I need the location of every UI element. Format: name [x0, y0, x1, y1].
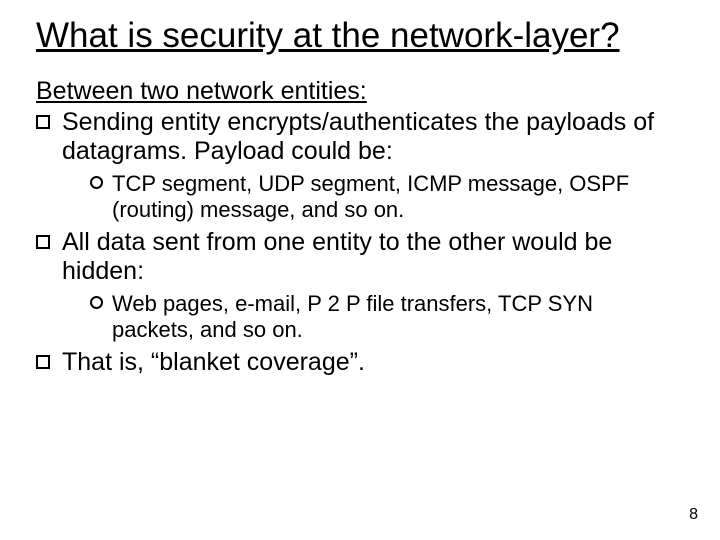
bullet-list: Sending entity encrypts/authenticates th… — [36, 108, 680, 377]
list-item-text: Sending entity encrypts/authenticates th… — [62, 108, 654, 165]
list-item-text: That is, “blanket coverage”. — [62, 348, 365, 376]
square-bullet-icon — [36, 115, 50, 129]
slide-title: What is security at the network-layer? — [36, 16, 680, 56]
sub-bullet-list: TCP segment, UDP segment, ICMP message, … — [62, 171, 680, 222]
sub-list-item: Web pages, e-mail, P 2 P file transfers,… — [90, 291, 680, 342]
list-item-text: All data sent from one entity to the oth… — [62, 228, 612, 285]
square-bullet-icon — [36, 235, 50, 249]
list-item: Sending entity encrypts/authenticates th… — [36, 108, 680, 222]
circle-bullet-icon — [90, 296, 103, 309]
list-item: That is, “blanket coverage”. — [36, 348, 680, 377]
sub-bullet-list: Web pages, e-mail, P 2 P file transfers,… — [62, 291, 680, 342]
sub-list-item-text: TCP segment, UDP segment, ICMP message, … — [112, 171, 629, 221]
slide: What is security at the network-layer? B… — [0, 0, 720, 540]
sub-list-item-text: Web pages, e-mail, P 2 P file transfers,… — [112, 291, 593, 341]
page-number: 8 — [689, 506, 698, 524]
subheading: Between two network entities: — [36, 78, 680, 106]
square-bullet-icon — [36, 355, 50, 369]
circle-bullet-icon — [90, 176, 103, 189]
sub-list-item: TCP segment, UDP segment, ICMP message, … — [90, 171, 680, 222]
list-item: All data sent from one entity to the oth… — [36, 228, 680, 342]
